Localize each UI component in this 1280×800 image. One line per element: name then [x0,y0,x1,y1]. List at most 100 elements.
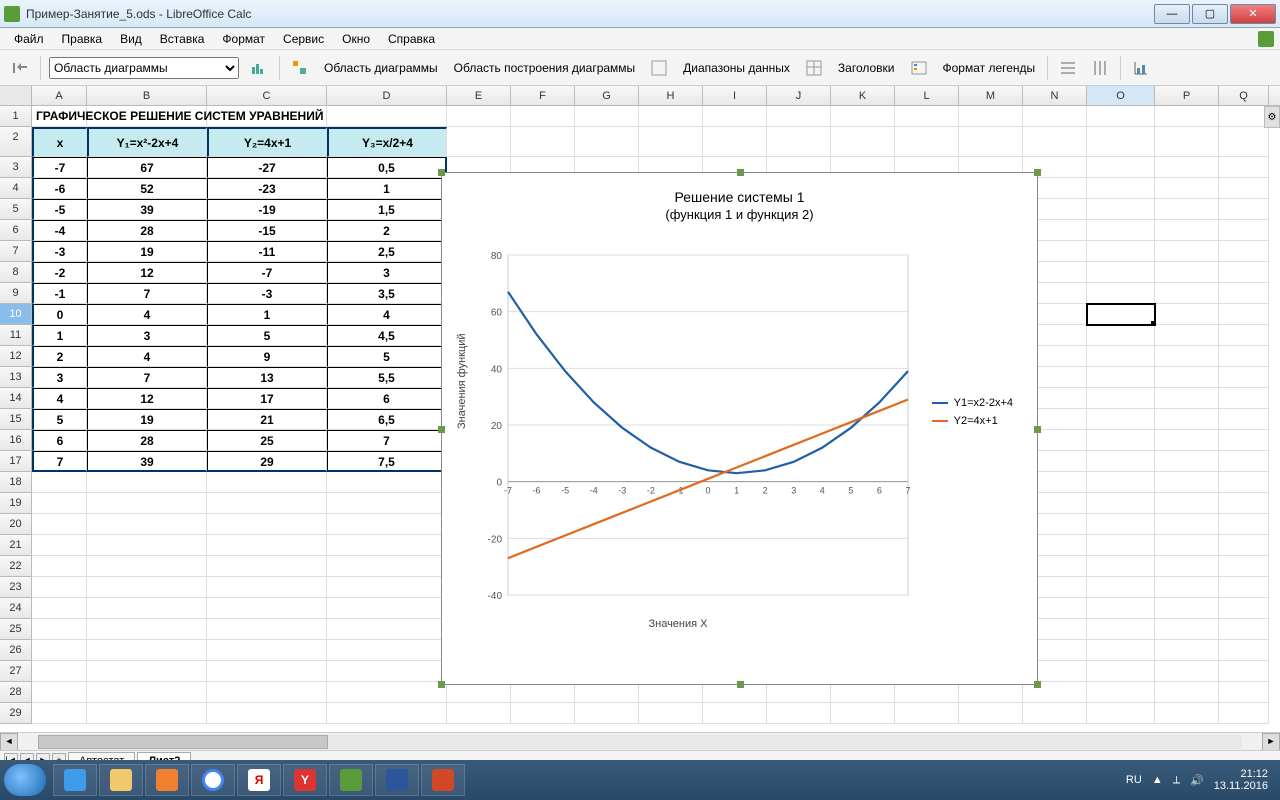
cell-B17[interactable]: 39 [87,451,207,472]
cell-O1[interactable] [1087,106,1155,127]
task-word[interactable] [375,764,419,796]
cell-Q14[interactable] [1219,388,1269,409]
cell-D14[interactable]: 6 [327,388,447,409]
cell-B19[interactable] [87,493,207,514]
row-header-3[interactable]: 3 [0,157,32,178]
cell-P9[interactable] [1155,283,1219,304]
cell-Q10[interactable] [1219,304,1269,325]
system-tray[interactable]: RU ▲ ⟂ 🔊 21:12 13.11.2016 [1126,768,1276,792]
task-chrome[interactable] [191,764,235,796]
cell-C20[interactable] [207,514,327,535]
cell-B13[interactable]: 7 [87,367,207,388]
menu-view[interactable]: Вид [112,30,150,48]
cell-G1[interactable] [575,106,639,127]
col-header-J[interactable]: J [767,86,831,105]
cell-D6[interactable]: 2 [327,220,447,241]
task-ie[interactable] [53,764,97,796]
cell-O21[interactable] [1087,535,1155,556]
cell-D19[interactable] [327,493,447,514]
col-header-Q[interactable]: Q [1219,86,1269,105]
cell-Q8[interactable] [1219,262,1269,283]
cell-C27[interactable] [207,661,327,682]
row-header-16[interactable]: 16 [0,430,32,451]
row-header-7[interactable]: 7 [0,241,32,262]
row-header-8[interactable]: 8 [0,262,32,283]
cell-C5[interactable]: -19 [207,199,327,220]
cell-O25[interactable] [1087,619,1155,640]
cell-J2[interactable] [767,127,831,157]
cell-C21[interactable] [207,535,327,556]
cell-O13[interactable] [1087,367,1155,388]
menu-tools[interactable]: Сервис [275,30,332,48]
cell-P7[interactable] [1155,241,1219,262]
cell-Q11[interactable] [1219,325,1269,346]
col-header-E[interactable]: E [447,86,511,105]
cell-O9[interactable] [1087,283,1155,304]
cell-P24[interactable] [1155,598,1219,619]
cell-D17[interactable]: 7,5 [327,451,447,472]
cell-B20[interactable] [87,514,207,535]
cell-B18[interactable] [87,472,207,493]
cell-C28[interactable] [207,682,327,703]
spreadsheet-grid[interactable]: 1ГРАФИЧЕСКОЕ РЕШЕНИЕ СИСТЕМ УРАВНЕНИЙ2xY… [0,106,1280,730]
tray-network-icon[interactable]: ⟂ [1173,774,1180,787]
col-header-L[interactable]: L [895,86,959,105]
row-header-12[interactable]: 12 [0,346,32,367]
cell-C25[interactable] [207,619,327,640]
cell-B16[interactable]: 28 [87,430,207,451]
col-header-M[interactable]: M [959,86,1023,105]
cell-Q19[interactable] [1219,493,1269,514]
cell-A21[interactable] [32,535,87,556]
cell-C16[interactable]: 25 [207,430,327,451]
cell-D18[interactable] [327,472,447,493]
horizontal-scrollbar[interactable]: ◄ ► [0,732,1280,750]
cell-C17[interactable]: 29 [207,451,327,472]
cell-O3[interactable] [1087,157,1155,178]
chart-ylabel[interactable]: Значения функций [456,333,468,429]
cell-A8[interactable]: -2 [32,262,87,283]
cell-D28[interactable] [327,682,447,703]
cell-E1[interactable] [447,106,511,127]
chart-element-select[interactable]: Область диаграммы [49,57,239,79]
row-header-10[interactable]: 10 [0,304,32,325]
cell-B6[interactable]: 28 [87,220,207,241]
chart-legend[interactable]: Y1=x2-2x+4 Y2=4x+1 [932,397,1013,433]
cell-M2[interactable] [959,127,1023,157]
cell-C23[interactable] [207,577,327,598]
cell-D22[interactable] [327,556,447,577]
task-yandex[interactable]: Я [237,764,281,796]
chart-xlabel[interactable]: Значения X [448,618,908,630]
cell-D21[interactable] [327,535,447,556]
row-header-13[interactable]: 13 [0,367,32,388]
cell-O14[interactable] [1087,388,1155,409]
cell-O5[interactable] [1087,199,1155,220]
menu-edit[interactable]: Правка [54,30,111,48]
task-media[interactable] [145,764,189,796]
cell-Q17[interactable] [1219,451,1269,472]
cell-B14[interactable]: 12 [87,388,207,409]
row-header-17[interactable]: 17 [0,451,32,472]
cell-A13[interactable]: 3 [32,367,87,388]
cell-B9[interactable]: 7 [87,283,207,304]
cell-P20[interactable] [1155,514,1219,535]
cell-A25[interactable] [32,619,87,640]
cell-I28[interactable] [703,682,767,703]
task-yabrowser[interactable]: Y [283,764,327,796]
cell-E29[interactable] [447,703,511,724]
cell-E2[interactable] [447,127,511,157]
cell-N28[interactable] [1023,682,1087,703]
chart-3d-icon[interactable] [247,56,271,80]
cell-P2[interactable] [1155,127,1219,157]
cell-C6[interactable]: -15 [207,220,327,241]
cell-Q27[interactable] [1219,661,1269,682]
cell-Q2[interactable] [1219,127,1269,157]
cell-D24[interactable] [327,598,447,619]
cell-O26[interactable] [1087,640,1155,661]
task-calc[interactable] [329,764,373,796]
cell-A27[interactable] [32,661,87,682]
cell-C2[interactable]: Y₂=4x+1 [207,127,327,157]
cell-A3[interactable]: -7 [32,157,87,178]
axis-icon[interactable] [1129,56,1153,80]
cell-O22[interactable] [1087,556,1155,577]
cell-K1[interactable] [831,106,895,127]
